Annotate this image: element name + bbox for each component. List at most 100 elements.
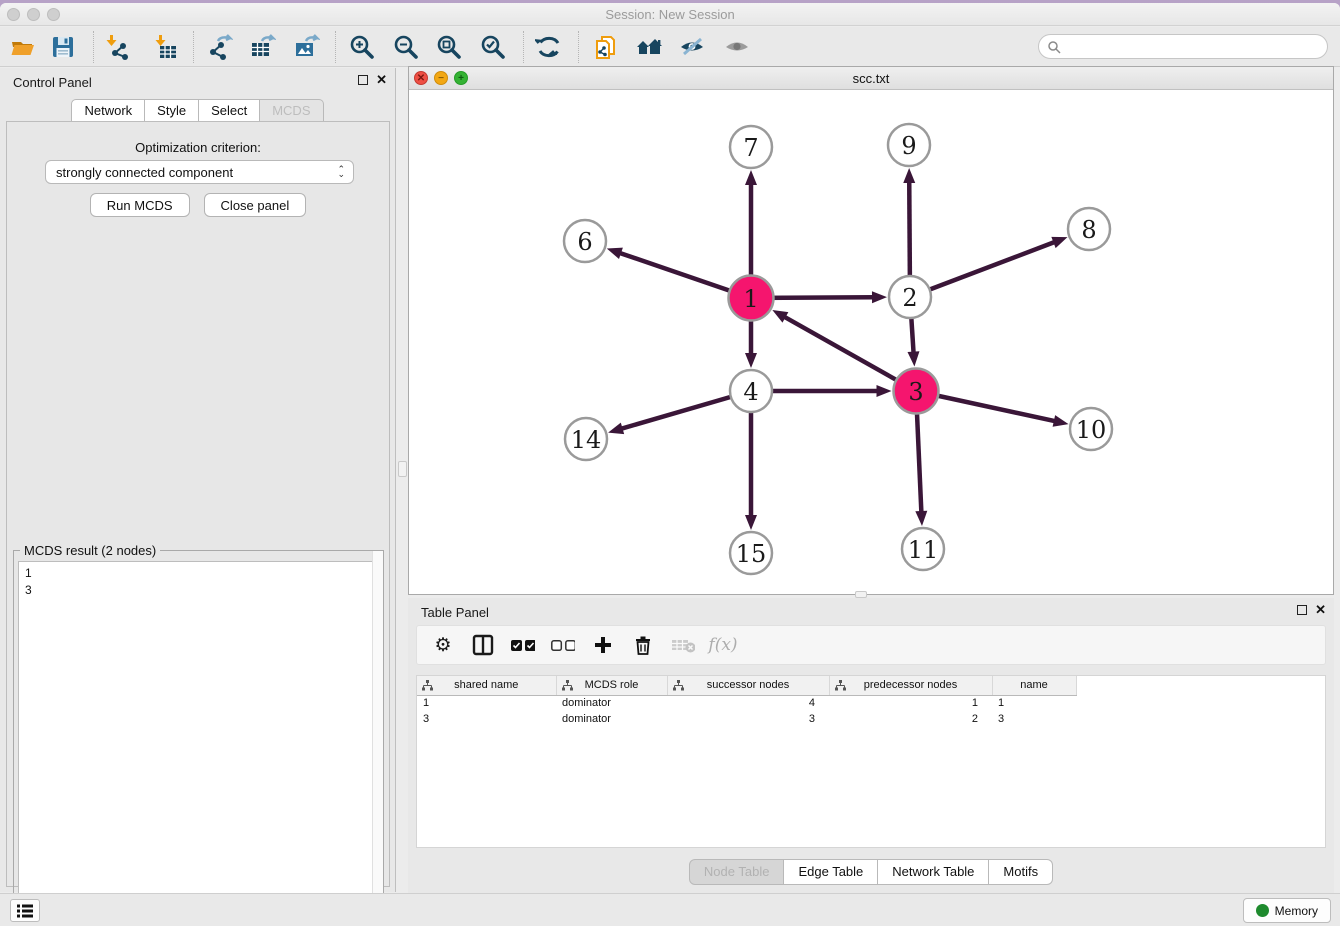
column-layout-icon[interactable] (471, 633, 495, 657)
hide-selected-icon[interactable] (678, 33, 706, 61)
settings-gear-icon[interactable]: ⚙ (431, 633, 455, 657)
graph-node-label: 9 (901, 132, 916, 160)
table-panel: Table Panel ✕ ⚙ (408, 598, 1334, 893)
export-image-icon[interactable] (292, 33, 320, 61)
table-row[interactable]: 1dominator411 (417, 695, 1076, 711)
graph-node-label: 3 (908, 378, 923, 406)
graph-node-label: 10 (1076, 416, 1107, 444)
graph-edge[interactable] (910, 242, 1055, 297)
network-canvas[interactable]: 7968124314101511 (409, 90, 1333, 594)
table-cell[interactable]: 2 (829, 711, 992, 727)
toolbar-separator (523, 31, 524, 63)
import-table-icon[interactable] (152, 33, 180, 61)
zoom-out-icon[interactable] (392, 33, 420, 61)
export-table-icon[interactable] (248, 33, 276, 61)
zoom-fit-icon[interactable] (435, 33, 463, 61)
close-table-panel-icon[interactable]: ✕ (1315, 605, 1326, 615)
add-column-icon[interactable] (591, 633, 615, 657)
memory-button[interactable]: Memory (1243, 898, 1331, 923)
edge-arrowhead (877, 385, 892, 397)
shared-column-icon (835, 680, 846, 694)
table-cell[interactable]: dominator (556, 711, 667, 727)
network-view-window: ✕ − + scc.txt 7968124314101511 (408, 66, 1334, 595)
network-window-titlebar[interactable]: ✕ − + scc.txt (409, 67, 1333, 90)
graph-node-label: 4 (743, 378, 758, 406)
table-cell[interactable]: 1 (829, 695, 992, 711)
table-cell[interactable]: 3 (417, 711, 556, 727)
tab-network[interactable]: Network (71, 99, 145, 123)
close-panel-button[interactable]: Close panel (204, 193, 307, 217)
column-header-predecessor-nodes[interactable]: predecessor nodes (829, 676, 992, 695)
table-cell[interactable]: 1 (992, 695, 1076, 711)
result-scrollbar[interactable] (372, 551, 383, 925)
task-history-button[interactable] (10, 899, 40, 922)
float-panel-icon[interactable] (358, 75, 368, 85)
control-panel-header: Control Panel ✕ (0, 68, 395, 96)
export-network-icon[interactable] (205, 33, 233, 61)
chevron-up-down-icon: ⌃⌄ (337, 167, 347, 177)
run-mcds-button[interactable]: Run MCDS (90, 193, 190, 217)
function-builder-icon[interactable]: f(x) (711, 633, 735, 657)
home-icon[interactable] (635, 33, 663, 61)
node-table[interactable]: shared name MCDS role successor nodes (416, 675, 1326, 848)
tab-select[interactable]: Select (199, 99, 260, 123)
tab-network-table[interactable]: Network Table (878, 859, 989, 885)
selected-option: strongly connected component (56, 165, 337, 180)
show-all-icon[interactable] (723, 33, 751, 61)
column-header-shared-name[interactable]: shared name (417, 676, 556, 695)
list-icon (16, 903, 34, 919)
toolbar-separator (193, 31, 194, 63)
mcds-result-title: MCDS result (2 nodes) (20, 543, 160, 558)
main-toolbar (0, 27, 1340, 67)
vertical-divider-grip[interactable] (398, 461, 407, 477)
table-cell[interactable]: dominator (556, 695, 667, 711)
network-graph[interactable]: 7968124314101511 (409, 90, 1333, 594)
save-session-icon[interactable] (49, 33, 77, 61)
edge-arrowhead (1053, 415, 1069, 427)
zoom-selected-icon[interactable] (479, 33, 507, 61)
mcds-result-list[interactable]: 1 3 (18, 561, 379, 921)
shared-column-icon (562, 680, 573, 694)
column-header-name[interactable]: name (992, 676, 1076, 695)
graph-node-label: 7 (743, 134, 758, 162)
tab-edge-table[interactable]: Edge Table (784, 859, 878, 885)
table-cell[interactable]: 3 (667, 711, 829, 727)
column-header-successor-nodes[interactable]: successor nodes (667, 676, 829, 695)
deselect-all-checks-icon[interactable] (551, 633, 575, 657)
select-all-checks-icon[interactable] (511, 633, 535, 657)
table-cell[interactable]: 4 (667, 695, 829, 711)
table-cell[interactable]: 1 (417, 695, 556, 711)
control-panel: Control Panel ✕ Network Style Select MCD… (0, 68, 396, 892)
search-input[interactable] (1065, 40, 1315, 54)
delete-column-icon[interactable] (631, 633, 655, 657)
control-panel-title: Control Panel (13, 75, 92, 90)
column-header-mcds-role[interactable]: MCDS role (556, 676, 667, 695)
tab-style[interactable]: Style (145, 99, 199, 123)
import-network-icon[interactable] (103, 33, 131, 61)
toolbar-separator (335, 31, 336, 63)
delete-table-icon[interactable] (671, 633, 695, 657)
edge-arrowhead (608, 423, 624, 435)
horizontal-divider-grip[interactable] (855, 591, 867, 598)
float-table-panel-icon[interactable] (1297, 605, 1307, 615)
table-row[interactable]: 3dominator323 (417, 711, 1076, 727)
clone-network-icon[interactable] (591, 33, 619, 61)
table-header-row: shared name MCDS role successor nodes (417, 676, 1076, 695)
zoom-in-icon[interactable] (348, 33, 376, 61)
apply-layout-icon[interactable] (535, 33, 563, 61)
table-cell[interactable]: 3 (992, 711, 1076, 727)
graph-node-label: 11 (908, 536, 939, 564)
status-bar: Memory (0, 893, 1340, 926)
edge-arrowhead (607, 248, 623, 259)
table-panel-title: Table Panel (421, 605, 489, 620)
optimization-criterion-select[interactable]: strongly connected component ⌃⌄ (45, 160, 354, 184)
tab-motifs[interactable]: Motifs (989, 859, 1053, 885)
edge-arrowhead (772, 310, 788, 323)
close-panel-icon[interactable]: ✕ (376, 75, 387, 85)
open-file-icon[interactable] (9, 33, 37, 61)
search-field[interactable] (1038, 34, 1328, 59)
tab-mcds[interactable]: MCDS (260, 99, 323, 123)
edge-arrowhead (907, 351, 919, 366)
optimization-criterion-label: Optimization criterion: (7, 140, 389, 155)
tab-node-table[interactable]: Node Table (689, 859, 785, 885)
